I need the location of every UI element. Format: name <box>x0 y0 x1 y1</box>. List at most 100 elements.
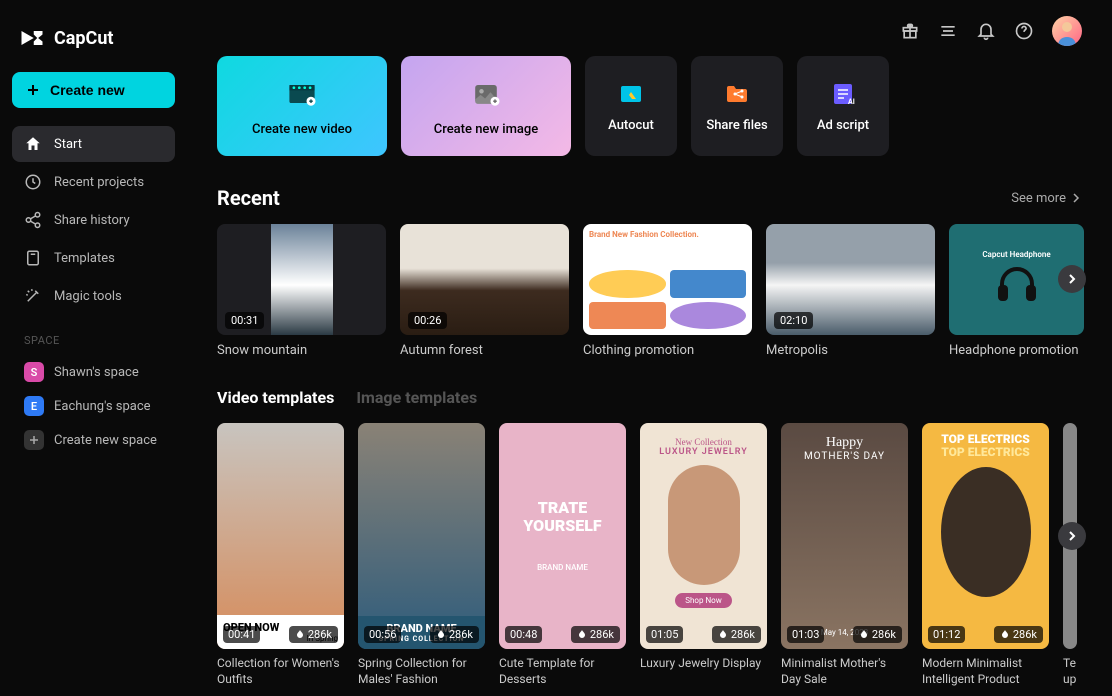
template-luxury-jewelry[interactable]: New CollectionLUXURY JEWELRYShop Now 01:… <box>640 423 767 687</box>
see-more-label: See more <box>1011 191 1066 206</box>
topbar <box>187 0 1112 56</box>
duration-badge: 00:56 <box>364 626 401 643</box>
recent-scroll-right[interactable] <box>1058 265 1086 293</box>
create-video-card[interactable]: Create new video <box>217 56 387 156</box>
user-avatar[interactable] <box>1052 16 1082 46</box>
gift-icon[interactable] <box>900 21 920 41</box>
nav-share-history[interactable]: Share history <box>12 202 175 238</box>
template-males-fashion[interactable]: BRAND NAMESPRING COLLECTION 00:56286k Sp… <box>358 423 485 687</box>
nav-label: Start <box>54 137 82 152</box>
headphone-icon <box>992 259 1042 309</box>
app-logo[interactable]: CapCut <box>12 16 175 72</box>
space-avatar: S <box>24 362 44 382</box>
duration-badge: 01:03 <box>787 626 824 643</box>
ad-script-icon: AI <box>829 80 857 108</box>
svg-text:AI: AI <box>848 98 855 106</box>
nav-magic-tools[interactable]: Magic tools <box>12 278 175 314</box>
nav-label: Templates <box>54 251 115 266</box>
duration-badge: 00:26 <box>408 312 447 329</box>
template-womens-outfits[interactable]: OPEN NOWIn Spring 00:41286k Collection f… <box>217 423 344 687</box>
action-label: Share files <box>706 118 767 133</box>
nav-recent-projects[interactable]: Recent projects <box>12 164 175 200</box>
recent-item-headphone-promotion[interactable]: Capcut Headphone Headphone promotion <box>949 224 1084 358</box>
ad-script-card[interactable]: AI Ad script <box>797 56 889 156</box>
usage-count: 286k <box>712 626 761 643</box>
action-label: Ad script <box>817 118 869 133</box>
template-title: Te up <box>1063 655 1077 687</box>
recent-projects-row: 00:31 Snow mountain 00:26 Autumn forest … <box>217 224 1082 358</box>
create-image-card[interactable]: Create new image <box>401 56 571 156</box>
template-desserts[interactable]: TRATEYOURSELFBRAND NAME 00:48286k Cute T… <box>499 423 626 687</box>
share-files-card[interactable]: Share files <box>691 56 783 156</box>
create-new-button[interactable]: Create new <box>12 72 175 108</box>
app-name: CapCut <box>54 28 113 49</box>
create-new-label: Create new <box>50 82 125 98</box>
nav-label: Magic tools <box>54 289 122 304</box>
template-title: Minimalist Mother's Day Sale <box>781 655 908 687</box>
chevron-right-icon <box>1070 192 1082 204</box>
share-icon <box>24 211 42 229</box>
flame-icon <box>436 630 446 640</box>
template-partial[interactable]: Te up <box>1063 423 1077 687</box>
see-more-link[interactable]: See more <box>1011 191 1082 206</box>
flame-icon <box>295 630 305 640</box>
usage-count: 286k <box>994 626 1043 643</box>
template-tabs: Video templates Image templates <box>217 388 1082 407</box>
bell-icon[interactable] <box>976 21 996 41</box>
main-area: Create new video Create new image Autocu… <box>187 0 1112 696</box>
usage-count: 286k <box>571 626 620 643</box>
recent-item-metropolis[interactable]: 02:10 Metropolis <box>766 224 935 358</box>
recent-title: Autumn forest <box>400 343 569 358</box>
flame-icon <box>859 630 869 640</box>
home-icon <box>24 135 42 153</box>
recent-item-autumn-forest[interactable]: 00:26 Autumn forest <box>400 224 569 358</box>
recent-item-snow-mountain[interactable]: 00:31 Snow mountain <box>217 224 386 358</box>
video-clip-icon <box>284 76 320 112</box>
create-space-label: Create new space <box>54 433 157 448</box>
flame-icon <box>577 630 587 640</box>
flame-icon <box>718 630 728 640</box>
image-icon <box>468 76 504 112</box>
template-title: Luxury Jewelry Display <box>640 655 767 671</box>
plus-icon <box>26 83 40 97</box>
nav-label: Recent projects <box>54 175 144 190</box>
create-new-space[interactable]: Create new space <box>12 423 175 457</box>
sidebar: CapCut Create new Start Recent projects … <box>0 0 187 696</box>
usage-count: 286k <box>430 626 479 643</box>
space-label: Shawn's space <box>54 365 139 380</box>
duration-badge: 00:31 <box>225 312 264 329</box>
chevron-right-icon <box>1066 273 1078 285</box>
duration-badge: 02:10 <box>774 312 813 329</box>
duration-badge: 00:48 <box>505 626 542 643</box>
stack-icon[interactable] <box>938 21 958 41</box>
nav-templates[interactable]: Templates <box>12 240 175 276</box>
template-intelligent-product[interactable]: TOP ELECTRICSTOP ELECTRICS 01:12286k Mod… <box>922 423 1049 687</box>
clock-icon <box>24 173 42 191</box>
autocut-card[interactable]: Autocut <box>585 56 677 156</box>
action-label: Create new video <box>252 122 352 137</box>
recent-title: Clothing promotion <box>583 343 752 358</box>
capcut-logo-icon <box>18 24 46 52</box>
magic-wand-icon <box>24 287 42 305</box>
template-mothers-day[interactable]: HappyMOTHER'S DAYMay 14, 2023 01:03286k … <box>781 423 908 687</box>
duration-badge: 01:12 <box>928 626 965 643</box>
space-eachung[interactable]: E Eachung's space <box>12 389 175 423</box>
templates-scroll-right[interactable] <box>1058 522 1086 550</box>
nav-start[interactable]: Start <box>12 126 175 162</box>
templates-icon <box>24 249 42 267</box>
action-label: Create new image <box>434 122 539 137</box>
recent-title: Metropolis <box>766 343 935 358</box>
template-title: Spring Collection for Males' Fashion <box>358 655 485 687</box>
duration-badge: 01:05 <box>646 626 683 643</box>
usage-count: 286k <box>853 626 902 643</box>
tab-image-templates[interactable]: Image templates <box>356 388 477 407</box>
space-shawn[interactable]: S Shawn's space <box>12 355 175 389</box>
action-label: Autocut <box>608 118 654 133</box>
recent-item-clothing-promotion[interactable]: Brand New Fashion Collection. Clothing p… <box>583 224 752 358</box>
space-section-header: SPACE <box>24 334 163 347</box>
tab-video-templates[interactable]: Video templates <box>217 388 334 407</box>
space-label: Eachung's space <box>54 399 151 414</box>
help-icon[interactable] <box>1014 21 1034 41</box>
nav-label: Share history <box>54 213 130 228</box>
duration-badge: 00:41 <box>223 626 260 643</box>
